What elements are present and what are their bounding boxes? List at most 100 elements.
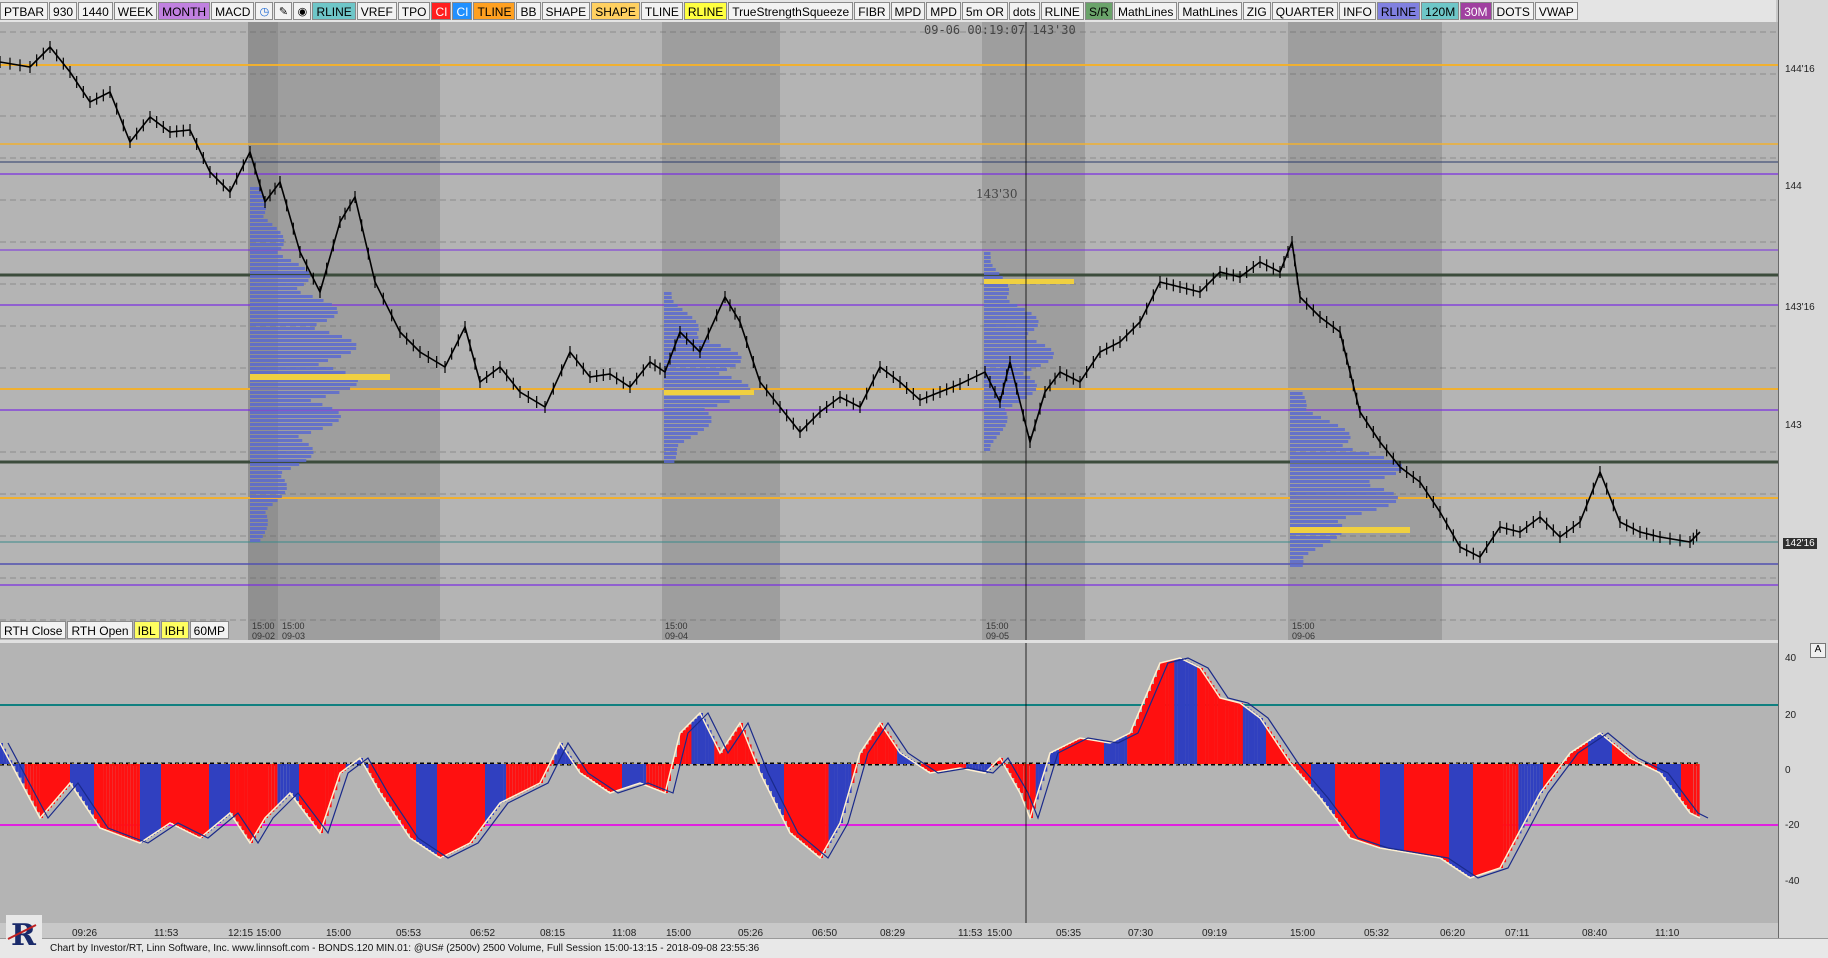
oscillator-bar <box>1470 764 1473 878</box>
oscillator-bar <box>1518 764 1521 833</box>
toolbar-month-button[interactable]: MONTH <box>158 2 210 20</box>
toolbar-rline-button[interactable]: RLINE <box>684 2 727 20</box>
volume-profile-bar <box>1290 472 1396 475</box>
session-ibh-button[interactable]: IBH <box>161 621 189 639</box>
toolbar-shape-button[interactable]: SHAPE <box>542 2 591 20</box>
volume-profile-bar <box>984 312 1032 315</box>
oscillator-bar <box>431 764 434 852</box>
oscillator-bar <box>224 764 227 818</box>
volume-profile-bar <box>250 195 264 198</box>
oscillator-bar <box>1482 764 1485 874</box>
toolbar-quarter-button[interactable]: QUARTER <box>1272 2 1338 20</box>
toolbar-week-button[interactable]: WEEK <box>114 2 157 20</box>
oscillator-bar <box>1407 764 1410 853</box>
price-axis[interactable]: 144'16144143'16143142'16142'1640200-20-4… <box>1778 0 1828 957</box>
oscillator-bar <box>1422 764 1425 855</box>
toolbar-tpo-button[interactable]: TPO <box>398 2 431 20</box>
session-date: 09-06 <box>1292 631 1315 641</box>
volume-profile-bar <box>984 420 1007 423</box>
oscillator-bar <box>188 764 191 832</box>
toolbar-mathlines-button[interactable]: MathLines <box>1178 2 1241 20</box>
volume-profile-bar <box>1290 560 1303 563</box>
oscillator-bar <box>1362 764 1365 842</box>
volume-profile-bar <box>250 239 284 242</box>
session-time: 15:00 <box>282 621 305 631</box>
toolbar-30m-button[interactable]: 30M <box>1460 2 1491 20</box>
session-60mp-button[interactable]: 60MP <box>190 621 229 639</box>
oscillator-bar <box>1413 764 1416 854</box>
toolbar-dots-button[interactable]: dots <box>1009 2 1040 20</box>
toolbar-shape-button[interactable]: SHAPE <box>591 2 640 20</box>
price-axis-label: 143 <box>1785 420 1802 431</box>
time-axis-label: 06:20 <box>1440 928 1465 939</box>
toolbar-930-button[interactable]: 930 <box>49 2 77 20</box>
oscillator-bar <box>1684 764 1687 805</box>
session-rth-close-button[interactable]: RTH Close <box>0 621 66 639</box>
session-rth-open-button[interactable]: RTH Open <box>67 621 132 639</box>
toolbar-1440-button[interactable]: 1440 <box>78 2 113 20</box>
volume-profile-bar <box>250 187 260 190</box>
oscillator-bar <box>1211 685 1214 764</box>
toolbar-mathlines-button[interactable]: MathLines <box>1114 2 1177 20</box>
oscillator-bar <box>1374 764 1377 846</box>
poc-bar <box>1290 527 1410 533</box>
eye-icon[interactable]: ◉ <box>293 2 311 20</box>
oscillator-bar <box>200 764 203 838</box>
volume-profile-bar <box>664 404 717 407</box>
toolbar-fibr-button[interactable]: FIBR <box>854 2 889 20</box>
toolbar-vwap-button[interactable]: VWAP <box>1535 2 1578 20</box>
toolbar-rline-button[interactable]: RLINE <box>1377 2 1420 20</box>
toolbar-5m-or-button[interactable]: 5m OR <box>962 2 1008 20</box>
toolbar-macd-button[interactable]: MACD <box>211 2 254 20</box>
toolbar-mpd-button[interactable]: MPD <box>926 2 961 20</box>
toolbar-vref-button[interactable]: VREF <box>357 2 397 20</box>
oscillator-bar <box>820 764 823 858</box>
volume-profile-bar <box>1290 416 1321 419</box>
oscillator-bar <box>179 764 182 828</box>
oscillator-bar <box>805 764 808 846</box>
toolbar-ci-button[interactable]: CI <box>431 2 451 20</box>
toolbar-dots-button[interactable]: DOTS <box>1493 2 1534 20</box>
oscillator-bar <box>209 764 212 831</box>
volume-profile-bar <box>250 451 313 454</box>
autoscale-button[interactable]: A <box>1810 643 1826 658</box>
oscillator-bar <box>1452 764 1455 866</box>
oscillator-bar <box>643 764 646 784</box>
oscillator-bar <box>1171 660 1174 764</box>
session-ibl-button[interactable]: IBL <box>134 621 160 639</box>
price-chart[interactable] <box>0 22 1778 642</box>
oscillator-bar <box>646 764 649 786</box>
oscillator-bar <box>191 764 194 834</box>
toolbar-rline-button[interactable]: RLINE <box>312 2 355 20</box>
oscillator-bar <box>1197 667 1200 764</box>
oscillator-bar <box>1174 659 1177 764</box>
volume-profile-bar <box>984 320 1038 323</box>
volume-profile-bar <box>1290 468 1402 471</box>
oscillator-bar <box>82 764 85 801</box>
toolbar-rline-button[interactable]: RLINE <box>1041 2 1084 20</box>
toolbar-info-button[interactable]: INFO <box>1339 2 1376 20</box>
oscillator-bar <box>796 764 799 838</box>
toolbar-s-r-button[interactable]: S/R <box>1085 2 1113 20</box>
oscillator-bar <box>802 764 805 843</box>
oscillator-bar <box>877 727 880 764</box>
oscillator-bar <box>158 764 161 831</box>
pencil-icon[interactable]: ✎ <box>274 2 292 20</box>
toolbar-zig-button[interactable]: ZIG <box>1243 2 1271 20</box>
toolbar-truestrengthsqueeze-button[interactable]: TrueStrengthSqueeze <box>728 2 853 20</box>
session-time: 15:00 <box>252 621 275 631</box>
toolbar-120m-button[interactable]: 120M <box>1421 2 1459 20</box>
clock-icon[interactable]: ◷ <box>255 2 273 20</box>
oscillator-bar <box>1296 764 1299 770</box>
oscillator-bar <box>122 764 125 836</box>
oscillator-bar <box>491 764 494 815</box>
oscillator-chart[interactable] <box>0 643 1778 923</box>
toolbar-tline-button[interactable]: TLINE <box>473 2 515 20</box>
toolbar-ci-button[interactable]: CI <box>452 2 472 20</box>
toolbar-tline-button[interactable]: TLINE <box>641 2 683 20</box>
toolbar-bb-button[interactable]: BB <box>516 2 540 20</box>
volume-profile-bar <box>984 432 1000 435</box>
oscillator-bar <box>592 764 595 781</box>
toolbar-ptbar-button[interactable]: PTBAR <box>0 2 48 20</box>
toolbar-mpd-button[interactable]: MPD <box>891 2 926 20</box>
